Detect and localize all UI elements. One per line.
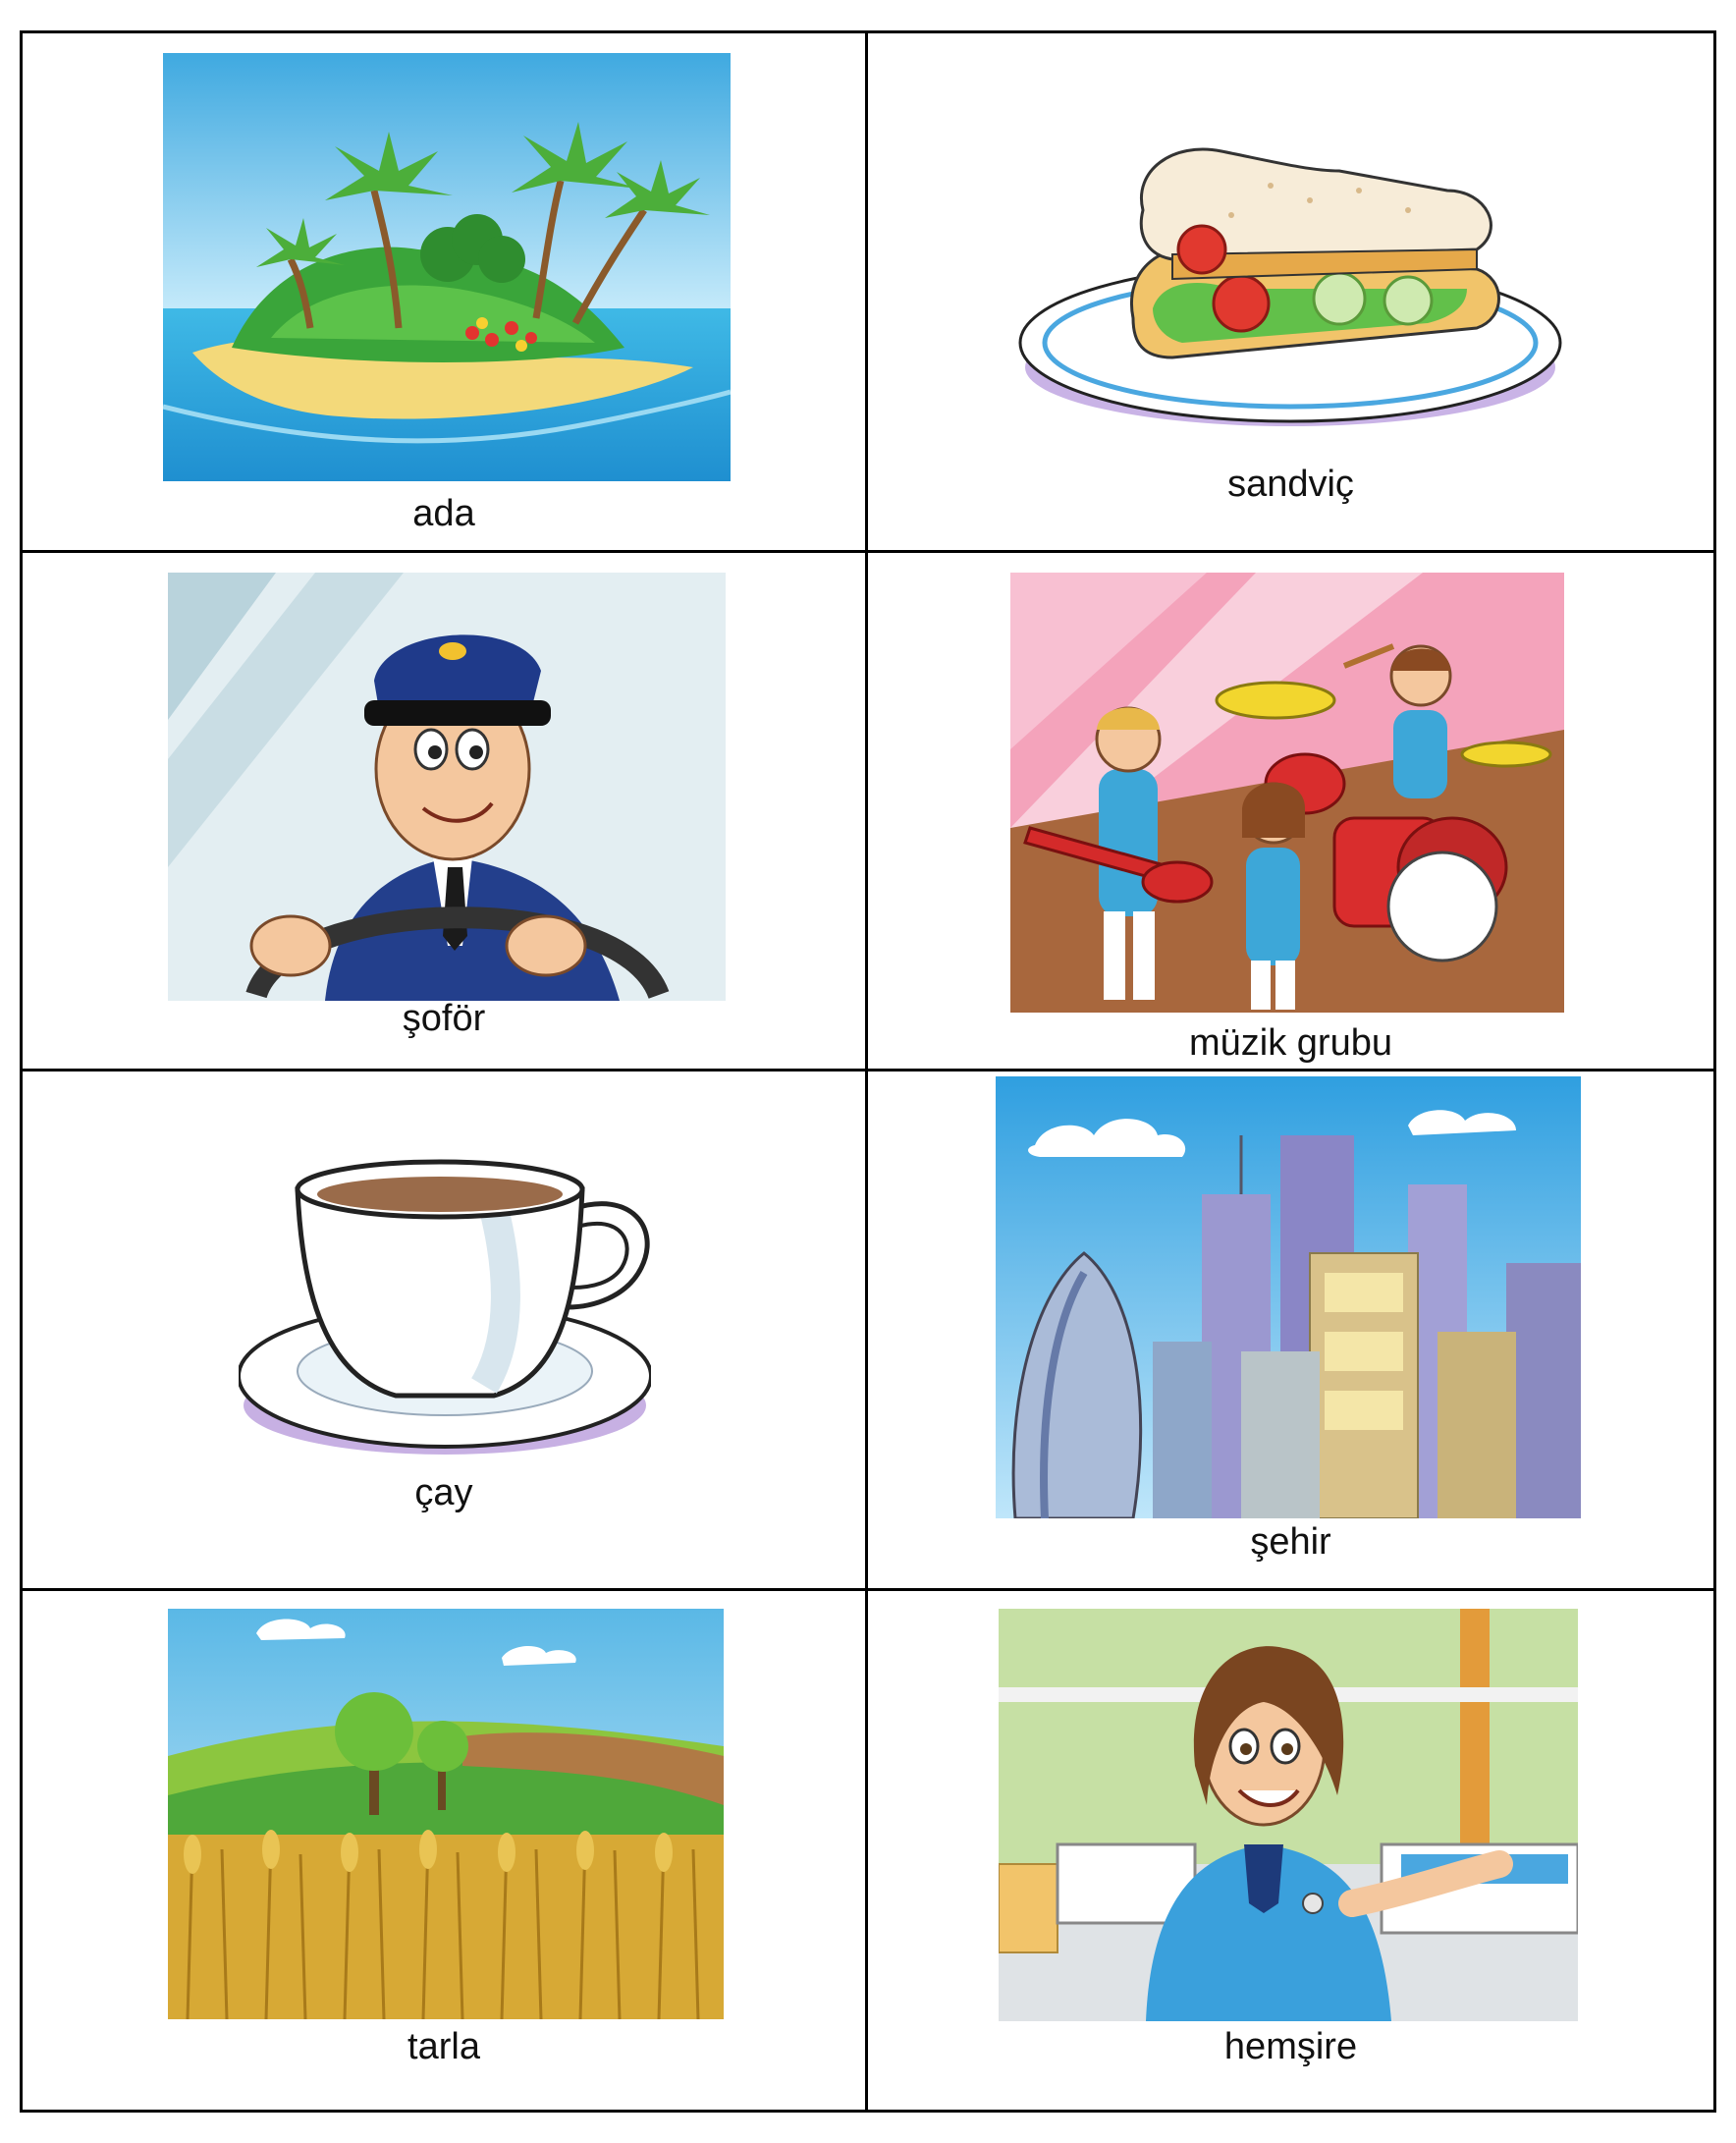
card-label: şoför xyxy=(402,997,486,1039)
card-sandwich: sandviç xyxy=(868,33,1713,553)
card-island: ada xyxy=(23,33,868,553)
card-nurse: hemşire xyxy=(868,1591,1713,2111)
card-label: müzik grubu xyxy=(1189,1021,1392,1064)
card-label: hemşire xyxy=(1223,2025,1358,2067)
card-label: çay xyxy=(414,1472,473,1513)
city-icon xyxy=(996,1076,1581,1518)
card-driver: şoför xyxy=(23,552,868,1072)
driver-icon xyxy=(168,572,726,1001)
card-label: tarla xyxy=(407,2025,480,2067)
card-label: ada xyxy=(412,493,475,534)
sandwich-icon xyxy=(1015,132,1565,446)
card-label: şehir xyxy=(1250,1521,1331,1563)
nurse-icon xyxy=(999,1608,1578,2021)
music-band-icon xyxy=(1010,572,1564,1013)
card-tea: çay xyxy=(23,1072,868,1591)
field-icon xyxy=(168,1608,724,2019)
island-icon xyxy=(163,53,731,481)
card-label: sandviç xyxy=(1227,464,1354,505)
card-field: tarla xyxy=(23,1590,868,2110)
card-city: şehir xyxy=(868,1072,1713,1591)
vocabulary-card-grid: ada sandviç şoför müzik grubu çay şehir … xyxy=(20,30,1716,2113)
card-music-band: müzik grubu xyxy=(868,553,1713,1072)
tea-cup-icon xyxy=(239,1150,651,1464)
